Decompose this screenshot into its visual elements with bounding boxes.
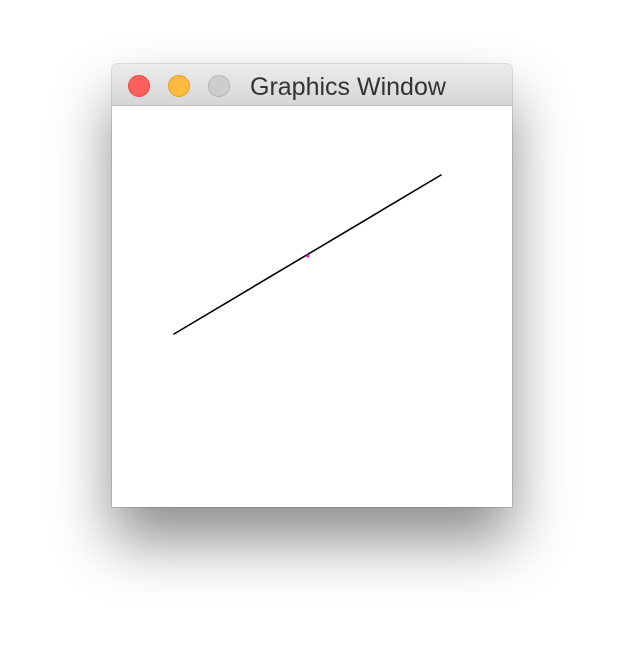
title-bar[interactable]: Graphics Window: [112, 64, 512, 106]
window-title: Graphics Window: [250, 73, 446, 101]
minimize-icon[interactable]: [168, 75, 190, 97]
center-marker: [306, 254, 310, 258]
close-icon[interactable]: [128, 75, 150, 97]
canvas-drawing: [173, 174, 442, 335]
zoom-icon[interactable]: [208, 75, 230, 97]
drawing-canvas[interactable]: [112, 106, 512, 507]
graphics-window: Graphics Window: [112, 64, 512, 507]
desktop: Graphics Window: [0, 0, 624, 668]
